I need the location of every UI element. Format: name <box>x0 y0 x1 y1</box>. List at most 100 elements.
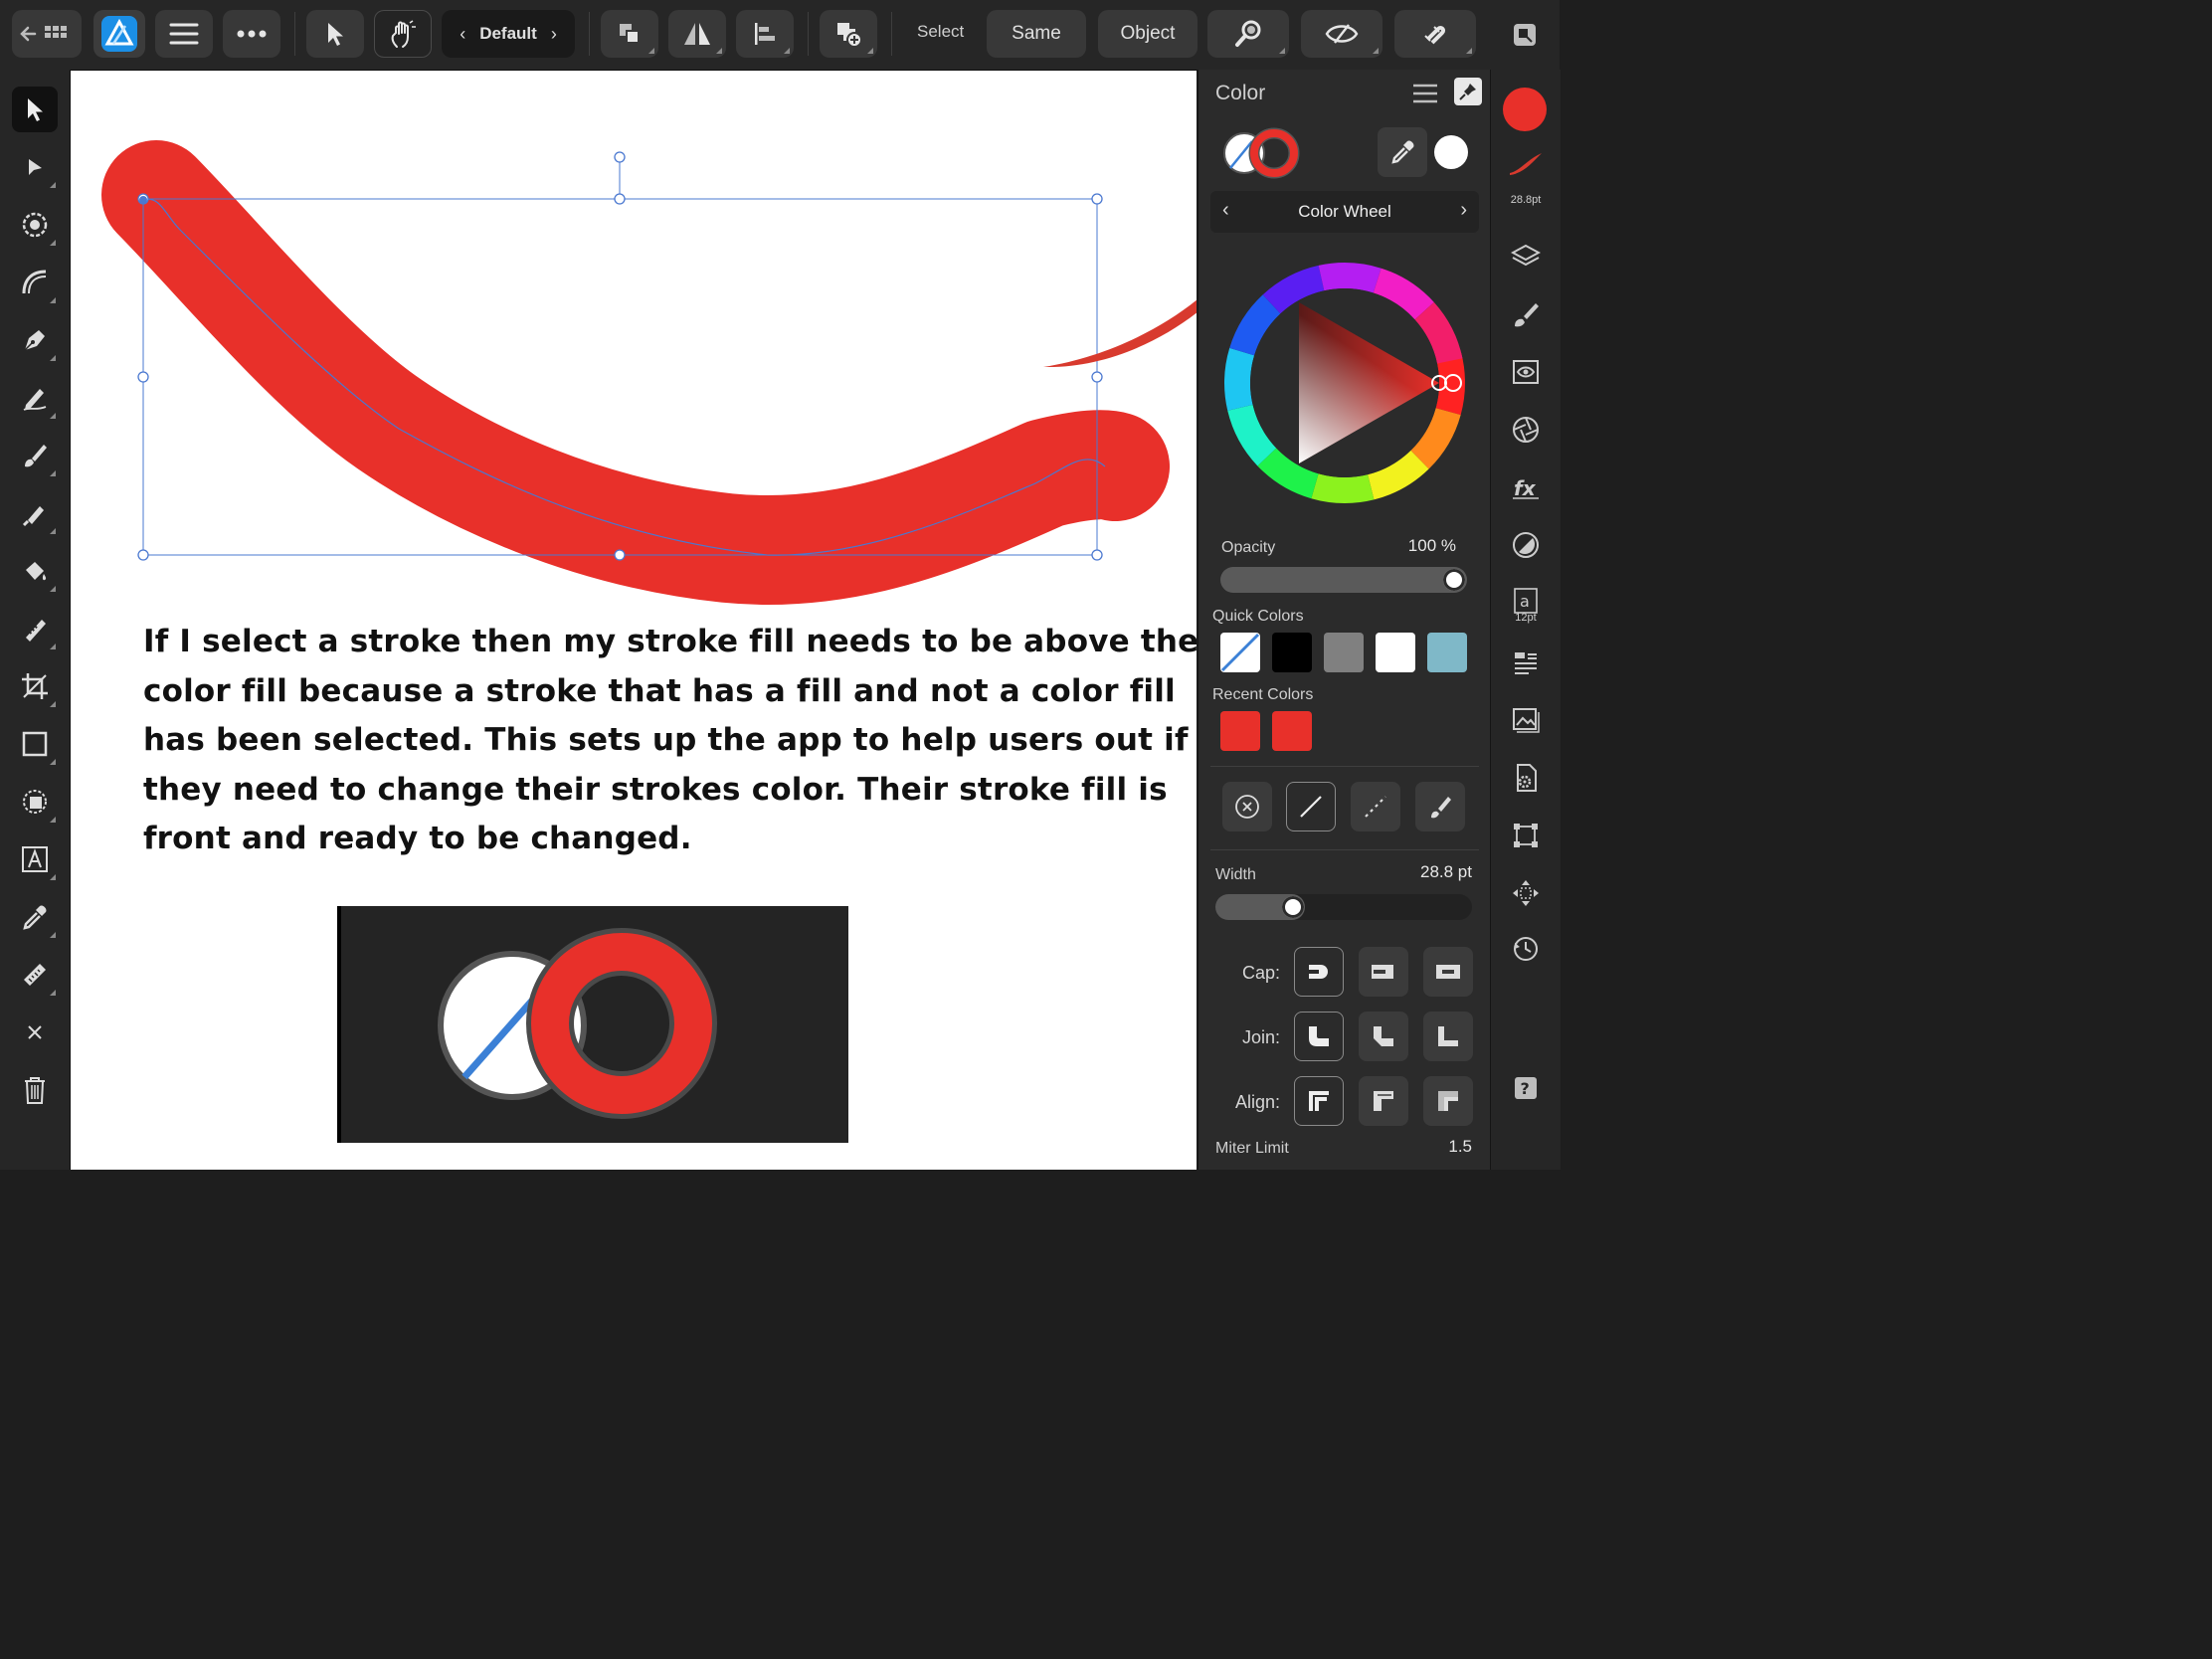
resize-handle-top[interactable] <box>614 193 626 205</box>
fill-stroke-selector[interactable] <box>1220 127 1302 179</box>
solid-line-button[interactable] <box>1286 782 1336 831</box>
touch-tool-button[interactable] <box>374 10 432 58</box>
assets-button[interactable] <box>1508 760 1544 796</box>
shape-builder-tool[interactable] <box>12 779 58 825</box>
move-tool-button[interactable] <box>306 10 364 58</box>
resize-handle-top-right[interactable] <box>1091 193 1103 205</box>
chevron-left-icon[interactable]: ‹ <box>460 24 465 45</box>
menu-button[interactable] <box>155 10 213 58</box>
designer-logo-button[interactable] <box>93 10 145 58</box>
eyedropper-pen-icon <box>22 506 44 527</box>
color-wheel[interactable] <box>1222 261 1467 505</box>
document-canvas[interactable]: If I select a stroke then my stroke fill… <box>71 71 1197 1170</box>
pin-panel-button[interactable] <box>1454 78 1482 105</box>
panel-menu-button[interactable] <box>1411 82 1439 110</box>
dashed-line-button[interactable] <box>1351 782 1400 831</box>
join-round-button[interactable] <box>1423 1012 1473 1061</box>
stock-button[interactable] <box>1508 702 1544 738</box>
appearance-button[interactable] <box>1508 527 1544 563</box>
width-slider[interactable] <box>1215 894 1472 920</box>
move-pan-button[interactable] <box>1508 875 1544 911</box>
width-slider-knob[interactable] <box>1282 896 1304 918</box>
rectangle-tool[interactable] <box>12 721 58 767</box>
delete-button[interactable] <box>12 1067 58 1113</box>
cap-round-button[interactable] <box>1359 947 1408 997</box>
resize-handle-left[interactable] <box>137 371 149 383</box>
layers-button[interactable] <box>1508 239 1544 275</box>
fill-bucket-tool[interactable] <box>12 548 58 594</box>
resize-handle-right[interactable] <box>1091 371 1103 383</box>
explanation-text: If I select a stroke then my stroke fill… <box>143 618 1197 864</box>
measure-tool[interactable] <box>12 952 58 998</box>
color-picker-tool[interactable] <box>12 894 58 940</box>
cap-butt-button[interactable] <box>1294 947 1344 997</box>
join-bevel-button[interactable] <box>1359 1012 1408 1061</box>
path-start-node[interactable] <box>139 196 147 204</box>
close-tool-button[interactable] <box>12 1010 58 1055</box>
chevron-right-icon[interactable]: › <box>1460 199 1467 222</box>
brushes-button[interactable] <box>1508 296 1544 332</box>
crop-tool[interactable] <box>12 663 58 709</box>
quick-color-swatch[interactable] <box>1376 633 1415 672</box>
resize-handle-bottom-left[interactable] <box>137 549 149 561</box>
symbols-button[interactable] <box>1508 412 1544 448</box>
red-brush-stroke[interactable] <box>101 140 1170 606</box>
align-button[interactable] <box>736 10 794 58</box>
fill-tool[interactable] <box>12 490 58 536</box>
paragraph-button[interactable] <box>1508 645 1544 680</box>
arrange-button[interactable] <box>601 10 658 58</box>
back-to-gallery-button[interactable] <box>12 10 82 58</box>
align-inside-button[interactable] <box>1294 1076 1344 1126</box>
pen-tool[interactable] <box>12 317 58 363</box>
align-outside-button[interactable] <box>1423 1076 1473 1126</box>
help-button[interactable]: ? <box>1508 1070 1544 1106</box>
navigator-button[interactable] <box>1508 354 1544 390</box>
chevron-right-icon[interactable]: › <box>551 24 557 45</box>
close-icon <box>28 1025 42 1039</box>
color-mode-label: Color Wheel <box>1298 202 1391 221</box>
resize-handle-bottom[interactable] <box>614 549 626 561</box>
texture-line-button[interactable] <box>1415 782 1465 831</box>
view-mode-button[interactable] <box>1301 10 1382 58</box>
quick-color-none[interactable] <box>1220 633 1260 672</box>
quick-color-swatch[interactable] <box>1272 633 1312 672</box>
color-mode-selector[interactable]: ‹ Color Wheel › <box>1210 191 1479 233</box>
flip-button[interactable] <box>668 10 726 58</box>
select-same-button[interactable]: Same <box>987 10 1086 58</box>
no-stroke-button[interactable] <box>1222 782 1272 831</box>
transparency-tool[interactable] <box>12 606 58 651</box>
view-zoom-button[interactable] <box>1207 10 1289 58</box>
color-picker-button[interactable] <box>1378 127 1427 177</box>
history-button[interactable] <box>1508 931 1544 967</box>
select-object-button[interactable]: Object <box>1098 10 1198 58</box>
artistic-text-tool[interactable] <box>12 836 58 882</box>
vector-brush-tool[interactable] <box>12 433 58 478</box>
context-selector[interactable]: ‹ Default › <box>442 10 575 58</box>
quick-color-swatch[interactable] <box>1324 633 1364 672</box>
transform-button[interactable] <box>1508 818 1544 853</box>
brush-stroke-button[interactable] <box>1508 145 1544 181</box>
point-transform-tool[interactable] <box>12 202 58 248</box>
insert-button[interactable] <box>820 10 877 58</box>
corner-tool[interactable] <box>12 260 58 305</box>
opacity-slider-knob[interactable] <box>1443 569 1465 591</box>
join-miter-button[interactable] <box>1294 1012 1344 1061</box>
picked-color-swatch[interactable] <box>1434 135 1468 169</box>
rotation-handle[interactable] <box>614 151 626 163</box>
stroke-artwork[interactable] <box>71 71 1197 628</box>
effects-button[interactable]: fx <box>1508 469 1544 505</box>
node-tool[interactable] <box>12 144 58 190</box>
cap-square-button[interactable] <box>1423 947 1473 997</box>
move-tool[interactable] <box>12 87 58 132</box>
quick-color-swatch[interactable] <box>1427 633 1467 672</box>
align-center-button[interactable] <box>1359 1076 1408 1126</box>
snapping-button[interactable] <box>1394 10 1476 58</box>
workspace-button[interactable] <box>1508 18 1542 52</box>
more-button[interactable] <box>223 10 280 58</box>
opacity-slider[interactable] <box>1220 567 1467 593</box>
recent-color-swatch[interactable] <box>1272 711 1312 751</box>
current-color-button[interactable] <box>1503 88 1547 131</box>
pencil-tool[interactable] <box>12 375 58 421</box>
resize-handle-bottom-right[interactable] <box>1091 549 1103 561</box>
recent-color-swatch[interactable] <box>1220 711 1260 751</box>
